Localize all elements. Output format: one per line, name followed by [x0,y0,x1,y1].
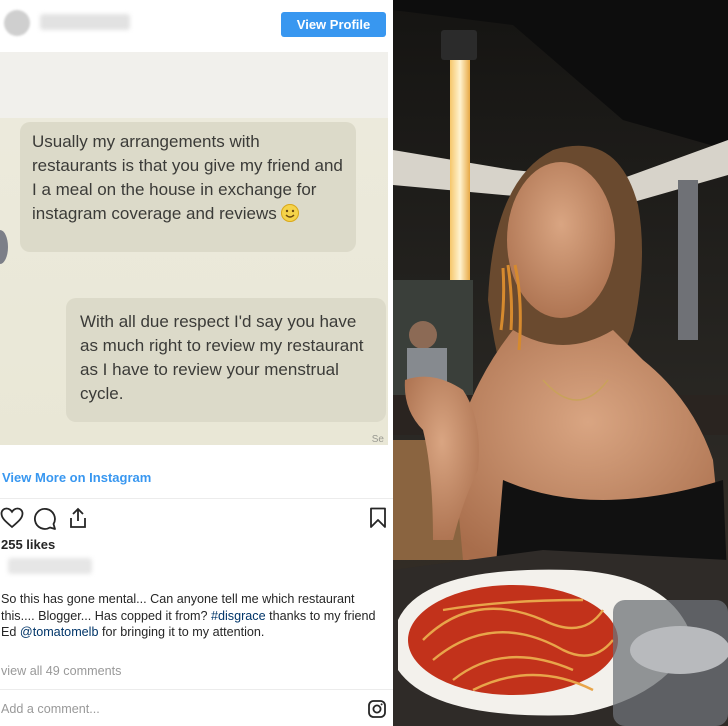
comment-icon[interactable] [33,507,57,530]
heart-icon[interactable] [0,507,24,529]
screenshot-header-area [0,52,388,118]
instagram-embed: View Profile Usually my arrangements wit… [0,0,393,726]
cropped-text: Se [371,434,384,445]
divider [0,689,393,690]
blurred-username[interactable] [40,14,130,30]
post-caption: So this has gone mental... Can anyone te… [1,591,386,641]
bookmark-icon[interactable] [369,507,387,529]
divider [0,498,393,499]
share-icon[interactable] [66,506,90,530]
instagram-icon[interactable] [368,700,386,718]
add-comment-input[interactable]: Add a comment... [1,702,100,716]
like-count[interactable]: 255 likes [1,537,55,552]
avatar[interactable] [4,10,30,36]
view-more-link[interactable]: View More on Instagram [2,470,151,485]
message-bubble-sent: With all due respect I'd say you have as… [66,298,386,422]
smiley-icon [280,204,299,222]
view-profile-button[interactable]: View Profile [281,12,386,37]
message-bubble-received: Usually my arrangements with restaurants… [20,122,356,252]
blurred-username[interactable] [8,558,92,574]
photo-woman-eating-spaghetti [393,0,728,726]
mention-link[interactable]: @tomatomelb [20,625,99,639]
restaurant-photo [393,0,728,726]
message-text: With all due respect I'd say you have as… [80,312,364,403]
post-image[interactable]: Usually my arrangements with restaurants… [0,52,388,445]
view-all-comments-link[interactable]: view all 49 comments [1,664,121,678]
hashtag-link[interactable]: #disgrace [211,609,266,623]
caption-text: for bringing it to my attention. [98,625,265,639]
